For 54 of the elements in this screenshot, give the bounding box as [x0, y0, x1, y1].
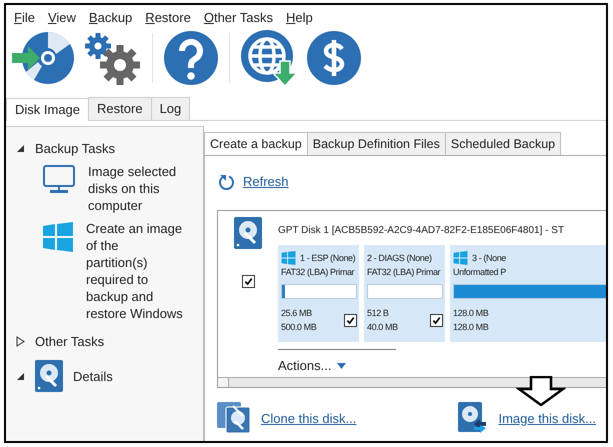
filesystem-label: FAT32 (LBA) Primar: [367, 266, 440, 279]
partition-size: 512 B 40.0 MB: [367, 307, 398, 334]
tab[interactable]: Backup Definition Files: [306, 132, 446, 155]
menu-item[interactable]: Backup: [88, 10, 132, 25]
disk-import-icon[interactable]: [12, 30, 76, 86]
partition-card[interactable]: 3 - (None Unformatted P 128.0 MB 128.0 MB: [450, 245, 606, 342]
clone-disk-icon: [217, 402, 251, 434]
menu-item[interactable]: File: [14, 10, 35, 25]
actions-menu[interactable]: Actions...: [278, 358, 332, 373]
tab[interactable]: Disk Image: [6, 98, 90, 121]
windows-logo-icon: [453, 251, 468, 265]
menu-item[interactable]: View: [48, 10, 76, 25]
checkbox[interactable]: [430, 314, 443, 326]
partition-label: 3 - (None: [472, 252, 506, 265]
task-link[interactable]: Create an image of the partition(s) required to backup and restore Windows: [86, 220, 183, 322]
menu-item[interactable]: Other Tasks: [204, 10, 273, 25]
image-disk-icon: [458, 402, 488, 434]
partition-size: 128.0 MB 128.0 MB: [453, 307, 488, 334]
tab[interactable]: Log: [150, 97, 190, 120]
gears-icon[interactable]: [82, 30, 142, 86]
checkbox[interactable]: [242, 275, 254, 288]
windows-logo-icon: [281, 251, 296, 265]
dropdown-caret-icon[interactable]: [337, 362, 346, 368]
tab[interactable]: Restore: [88, 97, 152, 120]
refresh-icon[interactable]: [219, 172, 235, 190]
section-header[interactable]: Details: [73, 368, 113, 384]
partition-label: 1 - ESP (None): [300, 252, 356, 265]
checkbox[interactable]: [344, 314, 357, 326]
expanded-arrow-icon[interactable]: [16, 144, 25, 152]
help-icon[interactable]: [163, 30, 219, 86]
partition-label: 2 - DIAGS (None): [367, 252, 432, 265]
section-header[interactable]: Other Tasks: [35, 334, 104, 348]
filesystem-label: Unformatted P: [453, 266, 506, 279]
annotation-arrow: [516, 376, 566, 406]
menu-item[interactable]: Restore: [145, 10, 191, 25]
partition-size: 25.6 MB 500.0 MB: [281, 307, 316, 334]
tab[interactable]: Create a backup: [204, 132, 308, 155]
task-link[interactable]: Image selected disks on this computer: [88, 163, 185, 214]
horizontal-scrollbar[interactable]: [218, 377, 606, 387]
monitor-icon: [42, 165, 76, 195]
collapsed-arrow-icon[interactable]: [16, 336, 25, 346]
section-header[interactable]: Backup Tasks: [35, 140, 115, 156]
menu-item[interactable]: Help: [286, 10, 313, 25]
disk-action-link[interactable]: Image this disk...: [498, 410, 596, 426]
dollar-icon[interactable]: [306, 30, 362, 86]
filesystem-label: FAT32 (LBA) Primar: [281, 266, 354, 279]
partition-card[interactable]: 1 - ESP (None) FAT32 (LBA) Primar 25.6 MB 500.0 MB: [278, 245, 359, 342]
partition-card[interactable]: 2 - DIAGS (None) FAT32 (LBA) Primar 512 B 40.0 MB: [364, 245, 445, 342]
tab[interactable]: Scheduled Backup: [444, 132, 562, 155]
disk-title: GPT Disk 1 [ACB5B592-A2C9-4AD7-82F2-E185E06F4801] - ST: [278, 225, 566, 236]
disk-action-link[interactable]: Clone this disk...: [261, 410, 356, 426]
expanded-arrow-icon[interactable]: [16, 372, 25, 380]
windows-logo-icon: [42, 222, 74, 252]
refresh-link[interactable]: Refresh: [243, 174, 289, 188]
